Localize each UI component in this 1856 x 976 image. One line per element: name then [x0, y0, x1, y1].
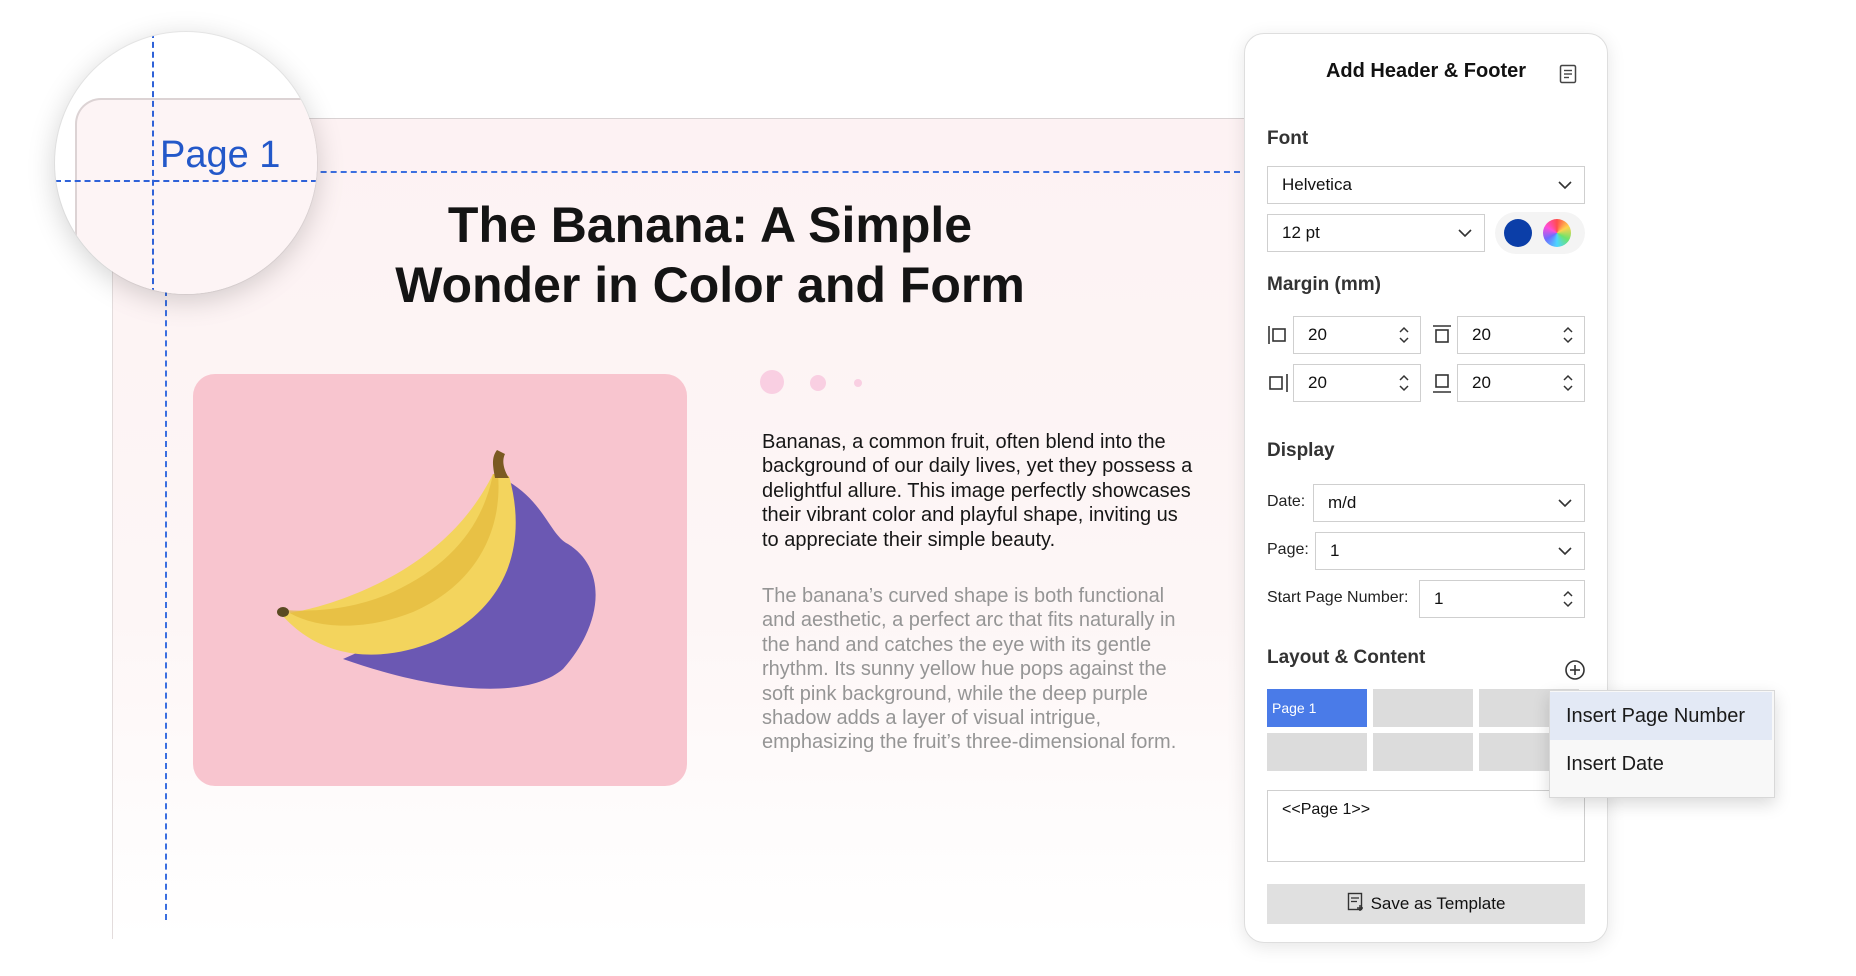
stepper-icon[interactable] [1398, 325, 1410, 345]
insert-page-number-item[interactable]: Insert Page Number [1550, 692, 1772, 740]
margin-bottom-input[interactable]: 20 [1457, 364, 1585, 402]
banana-image [193, 374, 687, 786]
page-format-label: Page: [1267, 541, 1309, 558]
magnified-vertical-guide [152, 32, 154, 294]
margin-top-icon [1433, 325, 1451, 343]
stepper-icon[interactable] [1562, 325, 1574, 345]
left-margin-guide [165, 290, 167, 920]
stepper-icon[interactable] [1562, 589, 1574, 609]
header-page-number-preview: Page 1 [160, 134, 281, 176]
add-circle-icon[interactable] [1564, 659, 1586, 681]
date-format-select[interactable]: m/d [1313, 484, 1585, 522]
font-family-select[interactable]: Helvetica [1267, 166, 1585, 204]
magnified-horizontal-guide [55, 180, 317, 182]
margin-section-label: Margin (mm) [1267, 274, 1381, 295]
margin-right-icon [1269, 374, 1288, 392]
chevron-down-icon [1558, 547, 1572, 556]
date-format-label: Date: [1267, 493, 1306, 510]
body-paragraph-secondary: The banana’s curved shape is both functi… [762, 585, 1177, 754]
header-margin-guide [160, 171, 1240, 173]
insert-context-menu: Insert Page Number Insert Date [1549, 690, 1775, 798]
save-as-template-button[interactable]: Save as Template [1267, 884, 1585, 924]
content-textarea[interactable]: <<Page 1>> [1267, 790, 1585, 862]
layout-section-label: Layout & Content [1267, 647, 1426, 668]
margin-right-input[interactable]: 20 [1293, 364, 1421, 402]
layout-tile-footer-left[interactable] [1267, 733, 1367, 771]
stepper-icon[interactable] [1398, 373, 1410, 393]
stepper-icon[interactable] [1562, 373, 1574, 393]
layout-tile-footer-center[interactable] [1373, 733, 1473, 771]
save-template-icon [1347, 892, 1363, 911]
margin-bottom-icon [1433, 374, 1451, 393]
chevron-down-icon [1458, 229, 1472, 238]
template-list-icon[interactable] [1559, 64, 1577, 84]
magnified-page-corner [75, 98, 317, 294]
font-section-label: Font [1267, 128, 1309, 149]
body-paragraph-primary: Bananas, a common fruit, often blend int… [762, 431, 1193, 551]
layout-tile-header-center[interactable] [1373, 689, 1473, 727]
header-preview-magnifier: Page 1 [55, 32, 317, 294]
font-color-swatch[interactable] [1504, 219, 1532, 247]
margin-left-icon [1268, 326, 1286, 344]
decorative-dots [760, 370, 870, 396]
margin-left-input[interactable]: 20 [1293, 316, 1421, 354]
start-page-number-label: Start Page Number: [1267, 589, 1409, 606]
color-wheel-icon[interactable] [1543, 219, 1571, 247]
header-footer-panel: Add Header & Footer Font Helvetica 12 pt… [1244, 33, 1608, 943]
margin-top-input[interactable]: 20 [1457, 316, 1585, 354]
start-page-number-input[interactable]: 1 [1419, 580, 1585, 618]
panel-title: Add Header & Footer [1325, 60, 1527, 82]
layout-tile-header-left[interactable]: Page 1 [1267, 689, 1367, 727]
font-size-select[interactable]: 12 pt [1267, 214, 1485, 252]
insert-date-item[interactable]: Insert Date [1550, 740, 1772, 788]
chevron-down-icon [1558, 499, 1572, 508]
display-section-label: Display [1267, 440, 1335, 461]
chevron-down-icon [1558, 181, 1572, 190]
page-format-select[interactable]: 1 [1315, 532, 1585, 570]
document-title: The Banana: A Simple Wonder in Color and… [395, 197, 1025, 313]
